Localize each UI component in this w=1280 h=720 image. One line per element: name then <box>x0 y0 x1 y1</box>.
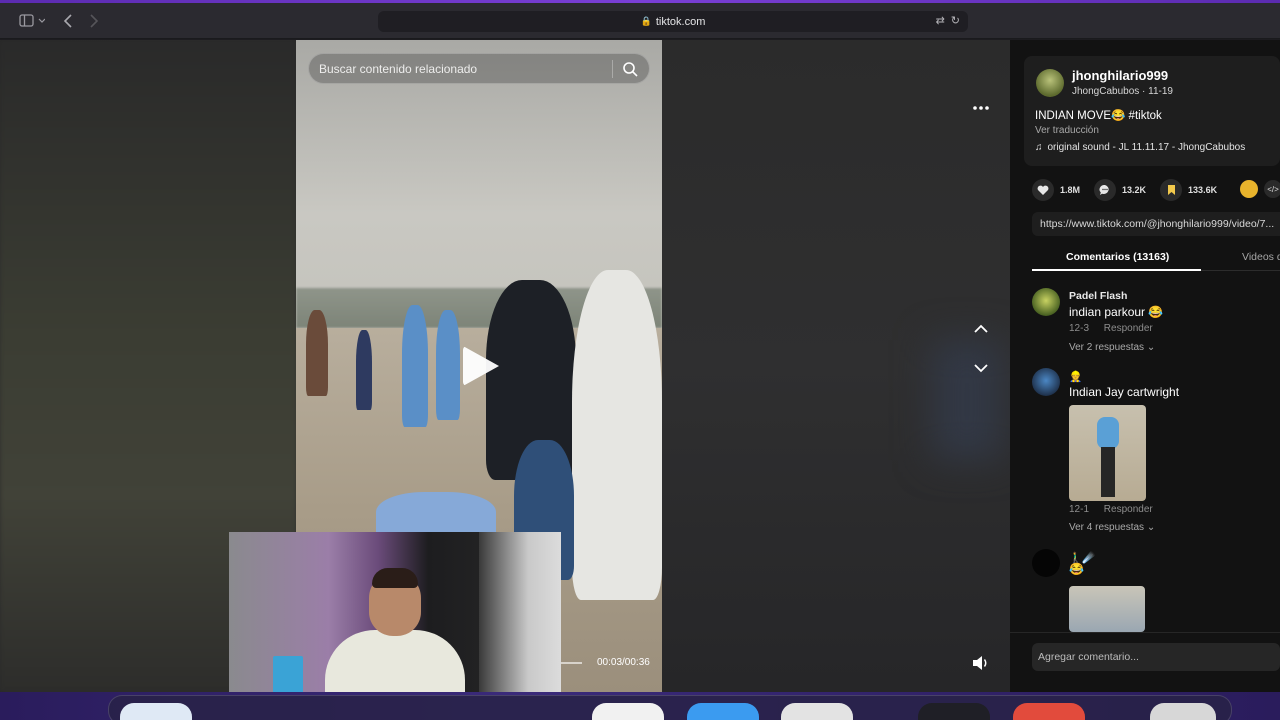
url-text: tiktok.com <box>655 15 706 28</box>
related-search-input[interactable]: Buscar contenido relacionado <box>308 53 650 84</box>
speaker-icon <box>973 656 987 670</box>
next-video-button[interactable] <box>966 353 996 383</box>
author-nickname-date: JhongCabubos · 11-19 <box>1072 86 1173 97</box>
chevron-up-icon <box>974 324 988 333</box>
reload-icon[interactable]: ↻ <box>951 14 960 27</box>
translate-icon[interactable]: ⇄ <box>936 14 945 27</box>
active-tab-indicator <box>1032 269 1201 271</box>
commenter-name[interactable]: 👷 <box>1069 370 1082 383</box>
commenter-avatar[interactable] <box>1032 288 1060 316</box>
dock-app-photos[interactable] <box>592 703 664 720</box>
previous-video-button[interactable] <box>966 314 996 344</box>
post-description: INDIAN MOVE😂 #tiktok <box>1035 110 1162 122</box>
coin-icon[interactable] <box>1240 180 1258 198</box>
dock-app-obs[interactable] <box>918 703 990 720</box>
video-link-field[interactable]: https://www.tiktok.com/@jhonghilario999/… <box>1032 212 1280 236</box>
heart-icon <box>1037 185 1049 195</box>
address-bar[interactable]: 🔒 tiktok.com ⇄ ↻ <box>378 11 968 32</box>
reply-link[interactable]: Responder <box>1104 323 1153 334</box>
comment-image[interactable] <box>1069 405 1146 501</box>
dock-app-chrome[interactable] <box>1013 703 1085 720</box>
panel-tabs: Comentarios (13163) Videos d <box>1032 243 1280 271</box>
search-placeholder: Buscar contenido relacionado <box>319 61 478 76</box>
dock-app-appstore[interactable] <box>687 703 759 720</box>
like-count: 1.8M <box>1060 185 1081 195</box>
add-comment-input[interactable]: Agregar comentario... <box>1032 643 1280 671</box>
more-icon <box>973 106 989 110</box>
bookmark-icon <box>1167 185 1175 195</box>
more-options-button[interactable] <box>966 94 996 122</box>
dock-app-finder[interactable] <box>120 703 192 720</box>
comment-count: 13.2K <box>1122 185 1147 195</box>
action-bar: 1.8M 13.2K 133.6K <box>1032 179 1231 201</box>
search-icon[interactable] <box>621 60 639 78</box>
comment-text: indian parkour 😂 <box>1069 305 1164 319</box>
comment-icon <box>1099 184 1109 195</box>
comment-date: 12-3 <box>1069 323 1090 334</box>
save-button[interactable]: 133.6K <box>1160 179 1217 201</box>
comment-text: 😂 <box>1069 562 1084 576</box>
commenter-avatar[interactable] <box>1032 549 1060 577</box>
commenter-avatar[interactable] <box>1032 368 1060 396</box>
blurred-background-right <box>662 40 1010 692</box>
chevron-left-icon <box>63 14 72 28</box>
dock-app-settings[interactable] <box>781 703 853 720</box>
view-replies-link[interactable]: Ver 4 respuestas ⌄ <box>1069 522 1155 533</box>
sidebar-toggle-button[interactable] <box>16 11 48 31</box>
add-comment-bar: Agregar comentario... <box>1010 632 1280 692</box>
lock-icon: 🔒 <box>640 16 652 26</box>
author-avatar[interactable] <box>1036 69 1064 97</box>
author-username[interactable]: jhonghilario999 <box>1072 68 1168 83</box>
details-panel: jhonghilario999 JhongCabubos · 11-19 IND… <box>1010 40 1280 692</box>
reply-link[interactable]: Responder <box>1104 504 1153 515</box>
dock-trash[interactable] <box>1150 703 1216 720</box>
volume-button[interactable] <box>968 650 994 676</box>
forward-button[interactable] <box>86 11 102 31</box>
tab-creator-videos[interactable]: Videos d <box>1242 251 1280 263</box>
browser-toolbar: 🔒 tiktok.com ⇄ ↻ <box>0 3 1280 39</box>
comment-button[interactable]: 13.2K <box>1094 179 1146 201</box>
embed-icon[interactable]: </> <box>1264 180 1280 198</box>
see-translation-link[interactable]: Ver traducción <box>1035 125 1099 136</box>
commenter-name[interactable]: Padel Flash <box>1069 290 1127 302</box>
sound-title: original sound - JL 11.11.17 - JhongCabu… <box>1047 142 1246 153</box>
chevron-down-icon <box>974 364 988 373</box>
post-info-card: jhonghilario999 JhongCabubos · 11-19 IND… <box>1024 56 1280 166</box>
chevron-right-icon <box>90 14 99 28</box>
comment-text: Indian Jay cartwright <box>1069 385 1180 399</box>
like-button[interactable]: 1.8M <box>1032 179 1080 201</box>
video-progress-bar[interactable] <box>560 662 582 664</box>
sidebar-icon <box>19 14 45 27</box>
video-time: 00:03/00:36 <box>597 657 650 668</box>
comment-date: 12-1 <box>1069 504 1090 515</box>
music-note-icon: ♫ <box>1035 142 1043 153</box>
comment-image[interactable] <box>1069 586 1145 632</box>
view-replies-link[interactable]: Ver 2 respuestas ⌄ <box>1069 342 1155 353</box>
back-button[interactable] <box>60 11 76 31</box>
save-count: 133.6K <box>1188 185 1218 195</box>
tab-comments[interactable]: Comentarios (13163) <box>1066 251 1169 263</box>
sound-link[interactable]: ♫ original sound - JL 11.11.17 - JhongCa… <box>1035 142 1245 153</box>
play-icon[interactable] <box>463 346 499 386</box>
